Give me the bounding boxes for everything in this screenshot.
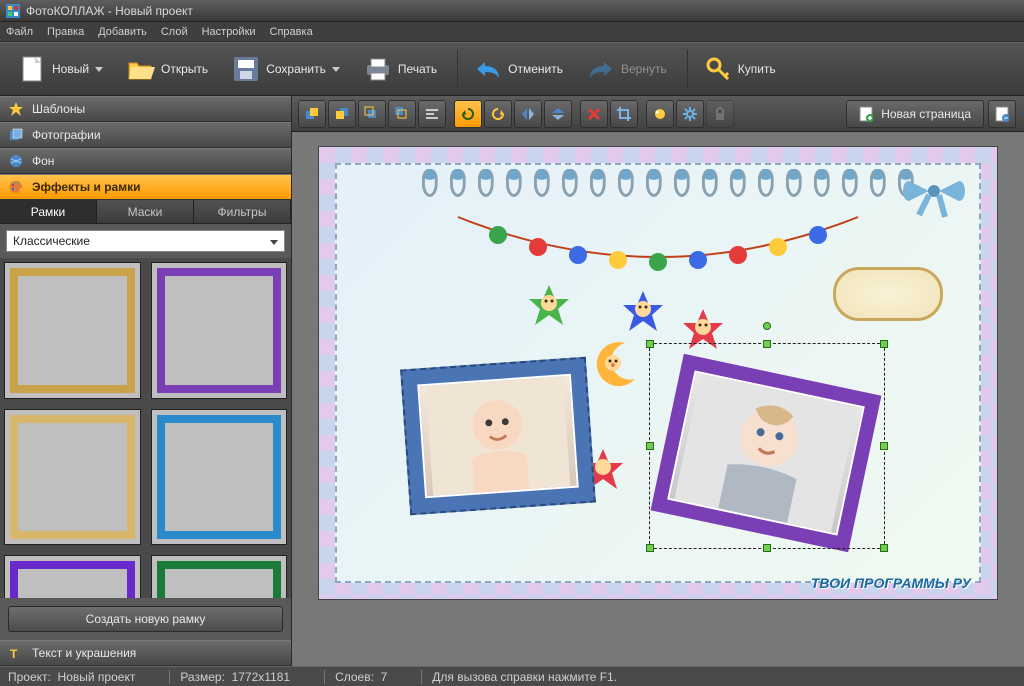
star-toy-red xyxy=(681,307,725,351)
frame-category-select[interactable]: Классические xyxy=(6,230,285,252)
rotate-left-icon[interactable] xyxy=(454,100,482,128)
menu-layer[interactable]: Слой xyxy=(161,26,188,38)
frame-thumb[interactable] xyxy=(151,555,288,598)
create-frame-bar: Создать новую рамку xyxy=(0,598,291,640)
canvas-viewport[interactable]: ТВОИ ПРОГРАММЫ РУ xyxy=(292,132,1024,666)
chevron-down-icon xyxy=(95,67,103,72)
print-button[interactable]: Печать xyxy=(354,48,447,90)
window-title: ФотоКОЛЛАЖ - Новый проект xyxy=(26,4,193,18)
toolbar-separator xyxy=(457,50,458,88)
send-backward-icon[interactable] xyxy=(388,100,416,128)
sidebar-section-photos[interactable]: Фотографии xyxy=(0,122,291,148)
settings-icon[interactable] xyxy=(676,100,704,128)
canvas-toolbar: Новая страница xyxy=(292,96,1024,132)
create-frame-button[interactable]: Создать новую рамку xyxy=(8,606,283,632)
menu-settings[interactable]: Настройки xyxy=(202,26,256,38)
frames-grid xyxy=(0,258,291,598)
bring-forward-icon[interactable] xyxy=(358,100,386,128)
frame-thumb[interactable] xyxy=(4,555,141,598)
menu-file[interactable]: Файл xyxy=(6,26,33,38)
photo-1 xyxy=(417,374,579,498)
folder-open-icon xyxy=(127,55,155,83)
crop-icon[interactable] xyxy=(610,100,638,128)
bring-front-icon[interactable] xyxy=(298,100,326,128)
collage-canvas[interactable]: ТВОИ ПРОГРАММЫ РУ xyxy=(318,146,998,600)
frame-thumb[interactable] xyxy=(151,262,288,399)
file-new-icon xyxy=(18,55,46,83)
delete-icon[interactable] xyxy=(580,100,608,128)
spiral-binding xyxy=(422,169,914,197)
align-icon[interactable] xyxy=(418,100,446,128)
menubar: Файл Правка Добавить Слой Настройки Спра… xyxy=(0,22,1024,42)
effects-icon[interactable] xyxy=(646,100,674,128)
sidebar-section-background[interactable]: Фон xyxy=(0,148,291,174)
frame-thumb[interactable] xyxy=(4,409,141,546)
sidebar-section-templates[interactable]: Шаблоны xyxy=(0,96,291,122)
undo-icon xyxy=(474,55,502,83)
key-icon xyxy=(704,55,732,83)
redo-button[interactable]: Вернуть xyxy=(577,48,677,90)
titlebar: ФотоКОЛЛАЖ - Новый проект xyxy=(0,0,1024,22)
frame-thumb[interactable] xyxy=(4,262,141,399)
open-button[interactable]: Открыть xyxy=(117,48,218,90)
star-icon xyxy=(8,101,24,117)
photos-icon xyxy=(8,127,24,143)
palette-icon xyxy=(8,179,24,195)
effects-subtabs: Рамки Маски Фильтры xyxy=(0,200,291,224)
subtab-frames[interactable]: Рамки xyxy=(0,200,97,223)
sidebar-section-effects[interactable]: Эффекты и рамки xyxy=(0,174,291,200)
menu-edit[interactable]: Правка xyxy=(47,26,84,38)
watermark: ТВОИ ПРОГРАММЫ РУ xyxy=(811,575,971,591)
rotate-right-icon[interactable] xyxy=(484,100,512,128)
undo-button[interactable]: Отменить xyxy=(464,48,573,90)
printer-icon xyxy=(364,55,392,83)
save-button[interactable]: Сохранить xyxy=(222,48,350,90)
photo-2 xyxy=(667,370,865,535)
app-icon xyxy=(6,4,20,18)
save-icon xyxy=(232,55,260,83)
moon-toy xyxy=(591,335,645,389)
chevron-down-icon xyxy=(332,67,340,72)
star-toy-green xyxy=(527,283,571,327)
menu-help[interactable]: Справка xyxy=(270,26,313,38)
photo-frame-blue[interactable] xyxy=(400,357,596,516)
subtab-filters[interactable]: Фильтры xyxy=(194,200,291,223)
lock-icon[interactable] xyxy=(706,100,734,128)
new-page-button[interactable]: Новая страница xyxy=(846,100,984,128)
menu-add[interactable]: Добавить xyxy=(98,26,147,38)
star-toy-blue xyxy=(621,289,665,333)
svg-text:T: T xyxy=(10,647,18,660)
main-area: Шаблоны Фотографии Фон Эффекты и рамки Р… xyxy=(0,96,1024,666)
toolbar-separator xyxy=(687,50,688,88)
globe-icon xyxy=(8,153,24,169)
statusbar: Проект: Новый проект Размер: 1772x1181 С… xyxy=(0,666,1024,686)
flip-horizontal-icon[interactable] xyxy=(514,100,542,128)
sidebar: Шаблоны Фотографии Фон Эффекты и рамки Р… xyxy=(0,96,292,666)
subtab-masks[interactable]: Маски xyxy=(97,200,194,223)
label-tag xyxy=(833,267,943,321)
text-icon: T xyxy=(8,645,24,661)
sidebar-section-text[interactable]: T Текст и украшения xyxy=(0,640,291,666)
redo-icon xyxy=(587,55,615,83)
page-settings-icon[interactable] xyxy=(988,100,1016,128)
page-plus-icon xyxy=(859,106,875,122)
buy-button[interactable]: Купить xyxy=(694,48,786,90)
frame-thumb[interactable] xyxy=(151,409,288,546)
main-toolbar: Новый Открыть Сохранить Печать Отменить … xyxy=(0,42,1024,96)
bow-decoration xyxy=(899,171,969,219)
canvas-area: Новая страница xyxy=(292,96,1024,666)
flip-vertical-icon[interactable] xyxy=(544,100,572,128)
send-back-icon[interactable] xyxy=(328,100,356,128)
new-button[interactable]: Новый xyxy=(8,48,113,90)
